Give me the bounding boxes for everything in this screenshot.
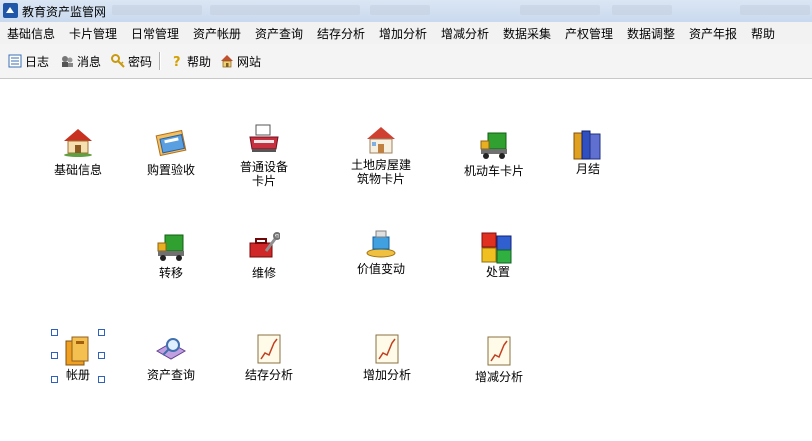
chart-icon: [257, 334, 281, 364]
tile-purchase[interactable]: 购置验收: [133, 127, 209, 187]
tile-equipment-card[interactable]: 普通设备 卡片: [226, 123, 302, 193]
tile-label: 处置: [485, 265, 510, 279]
selection-handle[interactable]: [98, 329, 105, 336]
tile-label: 购置验收: [146, 163, 195, 177]
house-icon: [64, 129, 92, 157]
menu-annual-report[interactable]: 资产年报: [689, 25, 737, 42]
window-title: 教育资产监管网: [22, 5, 107, 19]
help-button[interactable]: ? 帮助: [170, 53, 212, 71]
package-icon: [155, 129, 187, 157]
tile-repair[interactable]: 维修: [226, 231, 302, 285]
menu-data-adjustment[interactable]: 数据调整: [627, 25, 675, 42]
website-button[interactable]: 网站: [220, 53, 261, 69]
menu-basic-info[interactable]: 基础信息: [7, 25, 55, 42]
tile-balance-analysis[interactable]: 结存分析: [226, 333, 312, 385]
tile-basic-info[interactable]: 基础信息: [40, 127, 116, 187]
key-icon: [111, 54, 125, 68]
truck-icon: [157, 234, 184, 261]
hand-coins-icon: [366, 230, 396, 258]
website-label: 网站: [237, 54, 262, 69]
menu-bar: 基础信息 卡片管理 日常管理 资产帐册 资产查询 结存分析 增加分析 增减分析 …: [0, 22, 812, 44]
tile-land-card[interactable]: 土地房屋建 筑物卡片: [341, 125, 421, 195]
selection-handle[interactable]: [51, 352, 58, 359]
menu-asset-query[interactable]: 资产查询: [255, 25, 303, 42]
tile-label: 增加分析: [362, 368, 411, 382]
menu-balance-analysis[interactable]: 结存分析: [317, 25, 365, 42]
tile-label: 普通设备 卡片: [239, 160, 288, 188]
books-icon: [573, 130, 601, 160]
selection-handle[interactable]: [51, 329, 58, 336]
truck-icon: [480, 132, 507, 159]
ledger-book-icon: [65, 336, 89, 366]
tile-asset-query[interactable]: 资产查询: [133, 333, 209, 385]
toolbar: 日志 消息 密码 ? 帮助 网站: [0, 44, 812, 79]
help-icon: ?: [170, 54, 184, 70]
log-icon: [8, 54, 22, 68]
blurred-text: [520, 5, 600, 15]
tile-label: 转移: [158, 266, 183, 280]
log-button[interactable]: 日志: [8, 53, 49, 69]
log-label: 日志: [25, 54, 50, 69]
tile-label: 月结: [575, 162, 600, 176]
blurred-text: [370, 5, 430, 15]
selection-handle[interactable]: [51, 376, 58, 383]
tile-ledger[interactable]: 帐册: [50, 329, 106, 384]
home-icon: [220, 54, 234, 68]
workspace: 基础信息 购置验收 普通设备 卡片 土地房屋建 筑物卡片 机动车卡片 月结 转移…: [0, 79, 812, 441]
menu-asset-ledger[interactable]: 资产帐册: [193, 25, 241, 42]
blurred-text: [612, 5, 672, 15]
menu-increase-analysis[interactable]: 增加分析: [379, 25, 427, 42]
tile-monthly[interactable]: 月结: [560, 129, 616, 189]
app-icon: [3, 3, 18, 18]
menu-change-analysis[interactable]: 增减分析: [441, 25, 489, 42]
blurred-text: [740, 5, 810, 15]
tile-change-analysis[interactable]: 增减分析: [456, 335, 542, 387]
menu-data-collection[interactable]: 数据采集: [503, 25, 551, 42]
password-label: 密码: [128, 54, 153, 69]
menu-help[interactable]: 帮助: [751, 25, 775, 42]
selection-handle[interactable]: [98, 376, 105, 383]
tile-label: 资产查询: [146, 368, 195, 382]
toolbox-icon: [249, 232, 280, 258]
building-icon: [367, 127, 395, 154]
message-label: 消息: [77, 54, 102, 69]
tile-label: 价值变动: [356, 262, 405, 276]
chart-icon: [487, 336, 511, 366]
menu-property-rights[interactable]: 产权管理: [565, 25, 613, 42]
tile-label: 增减分析: [474, 370, 523, 384]
toolbar-separator: [159, 52, 161, 70]
tile-vehicle-card[interactable]: 机动车卡片: [456, 131, 532, 191]
tile-value-change[interactable]: 价值变动: [341, 227, 421, 279]
tile-label: 维修: [251, 266, 276, 280]
printer-icon: [249, 124, 279, 152]
tile-label: 机动车卡片: [463, 164, 524, 178]
blurred-text: [210, 5, 360, 15]
message-icon: [60, 54, 74, 68]
tile-label: 基础信息: [53, 163, 102, 177]
menu-card-management[interactable]: 卡片管理: [69, 25, 117, 42]
tile-increase-analysis[interactable]: 增加分析: [344, 333, 430, 385]
selection-handle[interactable]: [98, 352, 105, 359]
magnifier-icon: [155, 338, 187, 360]
blocks-icon: [481, 232, 512, 264]
tile-label: 结存分析: [244, 368, 293, 382]
chart-icon: [375, 334, 399, 364]
menu-daily-management[interactable]: 日常管理: [131, 25, 179, 42]
tile-label: 土地房屋建 筑物卡片: [350, 158, 411, 186]
tile-transfer[interactable]: 转移: [133, 233, 209, 285]
title-bar: 教育资产监管网: [0, 0, 812, 23]
help-label: 帮助: [187, 54, 212, 69]
tile-disposal[interactable]: 处置: [466, 231, 530, 285]
password-button[interactable]: 密码: [111, 53, 152, 69]
svg-text:?: ?: [173, 55, 181, 68]
blurred-text: [112, 5, 202, 15]
message-button[interactable]: 消息: [60, 53, 101, 69]
